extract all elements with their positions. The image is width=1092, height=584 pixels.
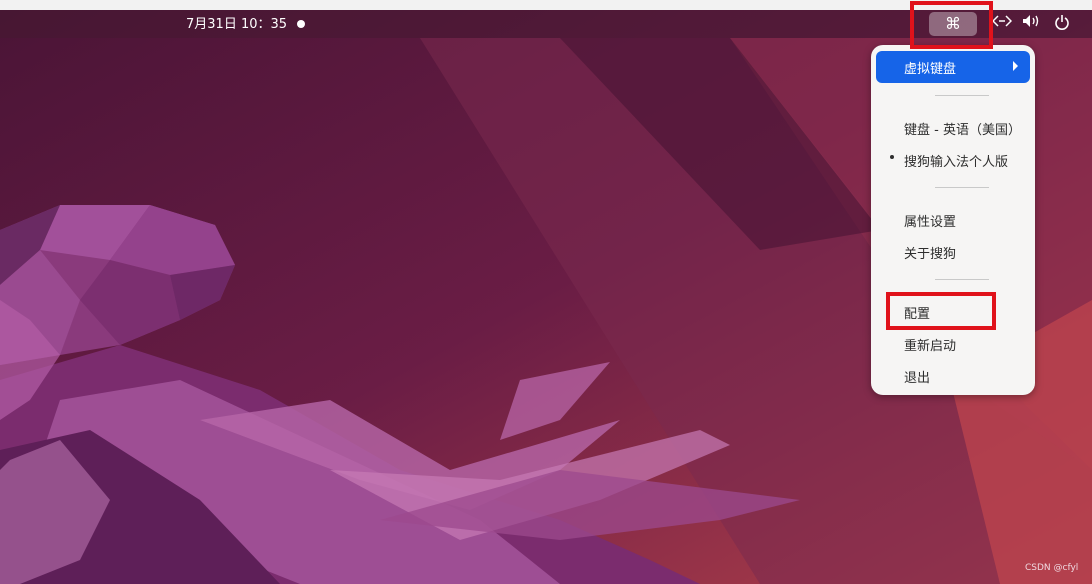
volume-icon[interactable]	[1020, 14, 1044, 34]
power-icon[interactable]	[1050, 14, 1074, 34]
menu-item-virtual-keyboard[interactable]: 虚拟键盘	[876, 51, 1030, 83]
input-method-menu: 虚拟键盘 键盘 - 英语（美国） 搜狗输入法个人版 属性设置 关于搜狗 配置 重…	[871, 45, 1035, 395]
menu-item-restart[interactable]: 重新启动	[904, 335, 956, 354]
clock[interactable]: 7月31日 10：35	[186, 16, 287, 34]
notification-dot	[297, 20, 305, 28]
menu-item-properties[interactable]: 属性设置	[904, 211, 956, 230]
menu-item-label: 虚拟键盘	[904, 62, 957, 77]
highlight-box	[910, 1, 993, 49]
menu-separator	[935, 187, 989, 188]
chevron-right-icon	[1013, 61, 1018, 71]
menu-item-sogou[interactable]: 搜狗输入法个人版	[904, 151, 1008, 170]
menu-separator	[935, 279, 989, 280]
menu-item-about[interactable]: 关于搜狗	[904, 243, 956, 262]
selected-bullet-icon	[890, 155, 894, 159]
highlight-box	[886, 292, 996, 330]
menu-item-keyboard-english[interactable]: 键盘 - 英语（美国）	[904, 119, 1021, 138]
watermark: CSDN @cfyl	[1025, 563, 1079, 573]
menu-separator	[935, 95, 989, 96]
network-icon[interactable]	[990, 14, 1014, 34]
menu-item-quit[interactable]: 退出	[904, 367, 930, 386]
